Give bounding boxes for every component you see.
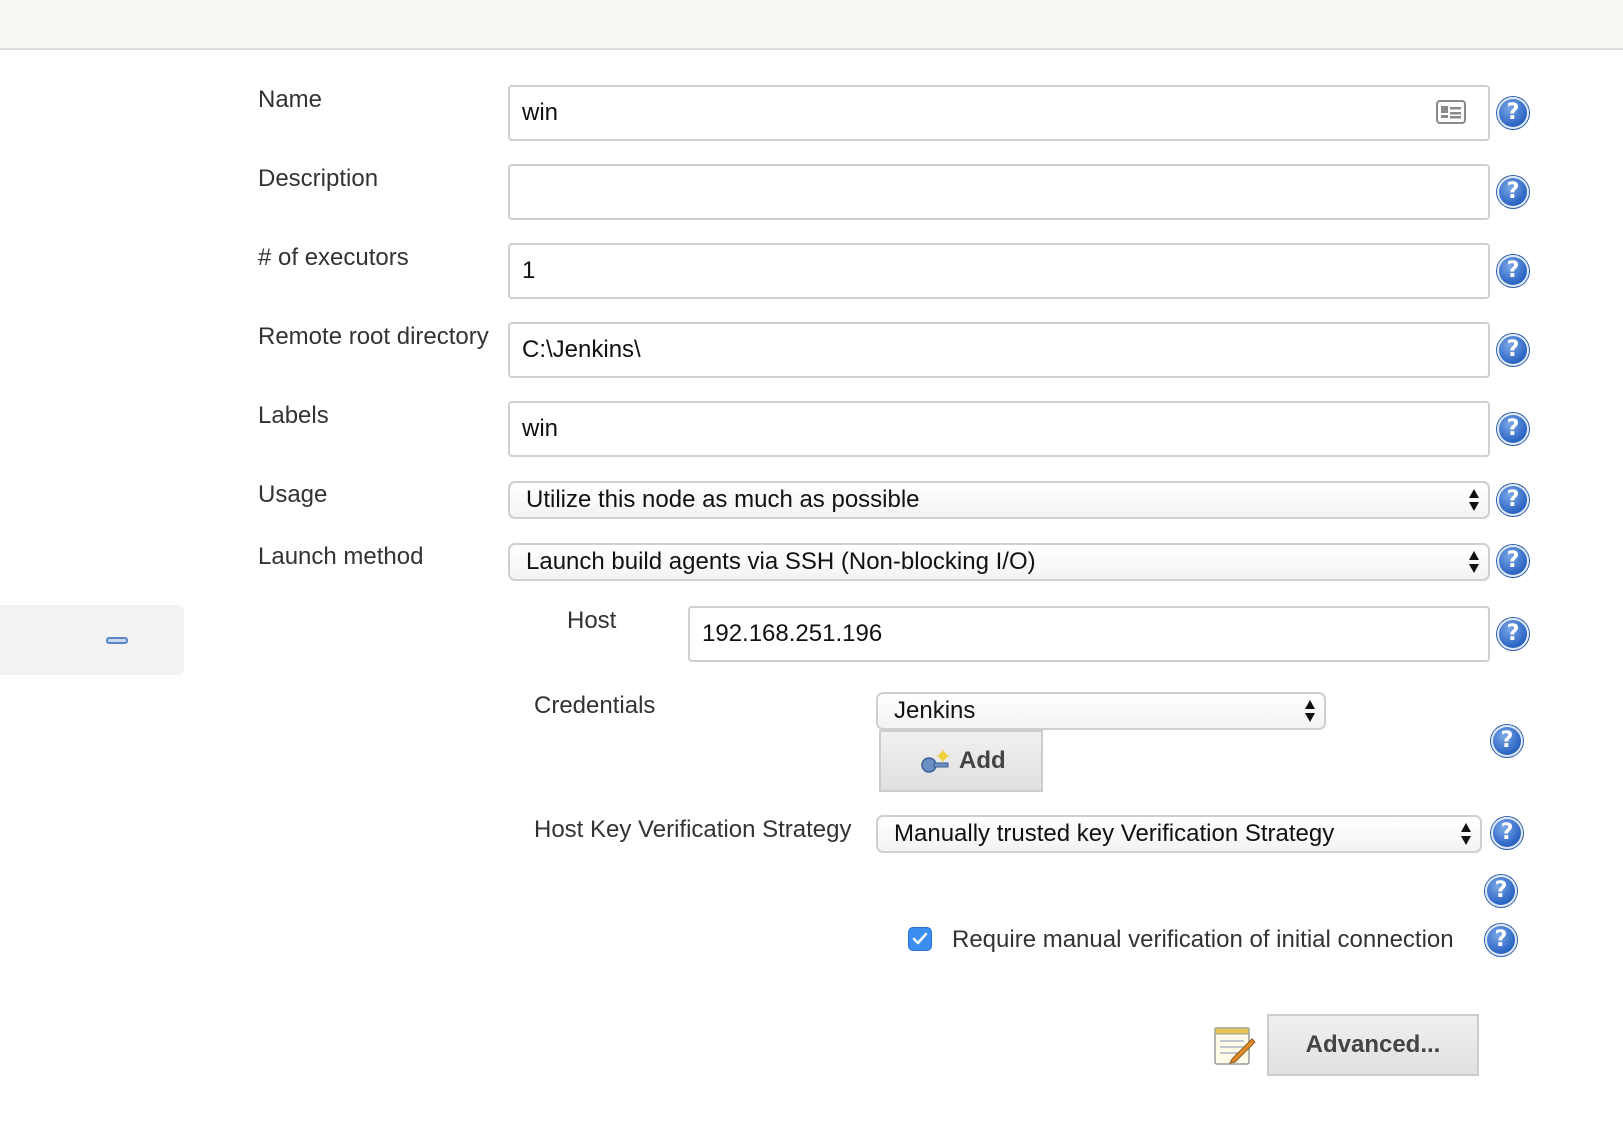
credentials-select[interactable]: Jenkins [876, 692, 1326, 730]
help-icon[interactable]: ? [1497, 618, 1529, 650]
host-key-strategy-label: Host Key Verification Strategy [534, 816, 852, 843]
executors-input[interactable] [508, 243, 1490, 299]
key-icon [921, 750, 949, 773]
remote-root-label: Remote root directory [258, 323, 489, 350]
manual-verification-checkbox[interactable] [908, 927, 932, 951]
help-icon[interactable]: ? [1497, 176, 1529, 208]
collapse-panel[interactable] [0, 605, 184, 675]
select-arrows-icon [1305, 700, 1315, 722]
usage-label: Usage [258, 481, 328, 508]
select-arrows-icon [1461, 823, 1471, 845]
minus-icon[interactable] [106, 637, 128, 644]
help-icon[interactable]: ? [1491, 725, 1523, 757]
name-input[interactable] [508, 85, 1490, 141]
executors-label: # of executors [258, 244, 409, 271]
host-key-strategy-select[interactable]: Manually trusted key Verification Strate… [876, 815, 1482, 853]
top-bar [0, 0, 1623, 50]
host-label: Host [567, 607, 617, 634]
description-input[interactable] [508, 164, 1490, 220]
remote-root-input[interactable] [508, 322, 1490, 378]
help-icon[interactable]: ? [1497, 413, 1529, 445]
select-arrows-icon [1469, 489, 1479, 511]
help-icon[interactable]: ? [1497, 255, 1529, 287]
contact-card-icon[interactable] [1436, 100, 1466, 124]
credentials-selected-value: Jenkins [894, 697, 976, 724]
help-icon[interactable]: ? [1497, 334, 1529, 366]
help-icon[interactable]: ? [1485, 924, 1517, 956]
help-icon[interactable]: ? [1485, 875, 1517, 907]
description-label: Description [258, 165, 379, 192]
name-label: Name [258, 86, 323, 113]
launch-method-select[interactable]: Launch build agents via SSH (Non-blockin… [508, 543, 1490, 581]
notepad-icon [1214, 1027, 1256, 1065]
host-key-strategy-selected-value: Manually trusted key Verification Strate… [894, 820, 1335, 847]
help-icon[interactable]: ? [1491, 817, 1523, 849]
help-icon[interactable]: ? [1497, 484, 1529, 516]
help-icon[interactable]: ? [1497, 97, 1529, 129]
usage-selected-value: Utilize this node as much as possible [526, 486, 920, 513]
credentials-label: Credentials [534, 692, 656, 719]
host-input[interactable] [688, 606, 1490, 662]
checkmark-icon [912, 932, 928, 945]
help-icon[interactable]: ? [1497, 545, 1529, 577]
labels-input[interactable] [508, 401, 1490, 457]
add-button-label: Add [959, 747, 1006, 774]
select-arrows-icon [1469, 551, 1479, 573]
usage-select[interactable]: Utilize this node as much as possible [508, 481, 1490, 519]
launch-method-selected-value: Launch build agents via SSH (Non-blockin… [526, 548, 1036, 575]
advanced-button[interactable]: Advanced... [1267, 1014, 1479, 1076]
add-credentials-button[interactable]: Add [879, 730, 1043, 792]
manual-verification-label: Require manual verification of initial c… [952, 926, 1454, 953]
labels-label: Labels [258, 402, 329, 429]
launch-method-label: Launch method [258, 543, 424, 570]
